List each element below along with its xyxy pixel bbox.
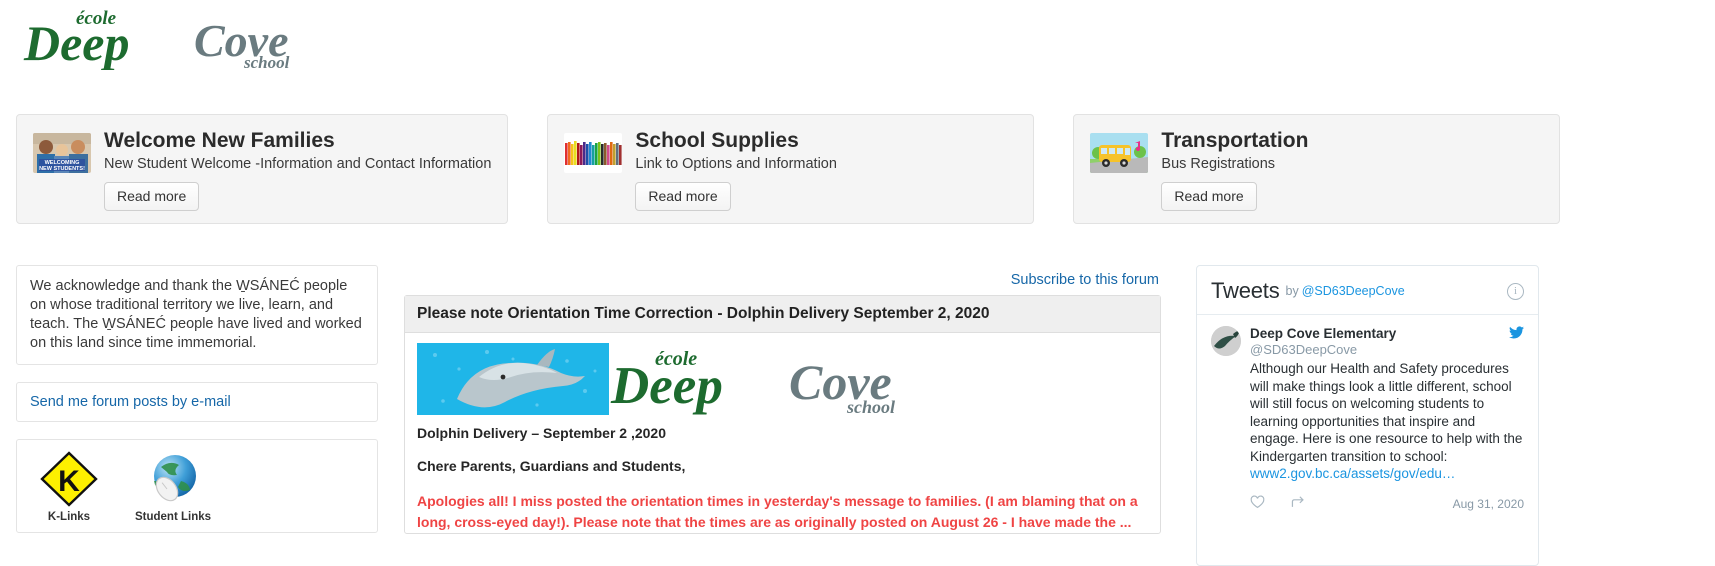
read-more-button[interactable]: Read more xyxy=(104,182,200,211)
svg-text:K: K xyxy=(58,465,80,498)
tweet-date: Aug 31, 2020 xyxy=(1452,497,1524,511)
land-acknowledgement-text: We acknowledge and thank the W̱SÁNEĆ peo… xyxy=(30,278,362,351)
tweet-actions: Aug 31, 2020 xyxy=(1197,491,1538,522)
feature-card-transportation[interactable]: Transportation Bus Registrations Read mo… xyxy=(1073,114,1561,224)
tweet-link[interactable]: www2.gov.bc.ca/assets/gov/edu… xyxy=(1250,466,1455,481)
tweet-author-name: Deep Cove Elementary xyxy=(1250,326,1397,341)
twitter-widget-handle-link[interactable]: @SD63DeepCove xyxy=(1302,284,1405,298)
forum-column: Subscribe to this forum Please note Orie… xyxy=(404,265,1161,534)
twitter-timeline-widget: Tweets by @SD63DeepCove i Deep Cove Elem… xyxy=(1196,265,1539,566)
deep-cove-school-logo-icon: école Deep Cove school xyxy=(610,348,895,415)
quick-link-student-links[interactable]: Student Links xyxy=(134,450,212,524)
quick-link-label: K-Links xyxy=(47,511,91,523)
feature-card-title: Welcome New Families xyxy=(104,129,335,152)
read-more-button[interactable]: Read more xyxy=(1161,182,1257,211)
like-icon[interactable] xyxy=(1250,494,1265,514)
k-links-diamond-icon: K xyxy=(30,450,108,508)
feature-card-welcome-new-families[interactable]: WELCOMING NEW STUDENTS! Welcome New Fami… xyxy=(16,114,509,224)
info-icon[interactable]: i xyxy=(1507,282,1524,300)
twitter-widget-title: Tweets xyxy=(1211,278,1280,303)
forum-post-line-2: Chere Parents, Guardians and Students, xyxy=(417,458,686,474)
school-bus-thumbnail-icon xyxy=(1090,133,1149,173)
forum-post-excerpt: Apologies all! I miss posted the orienta… xyxy=(417,493,1138,530)
tweet-item[interactable]: Deep Cove Elementary @SD63DeepCove Altho… xyxy=(1197,315,1538,491)
quick-link-label: Student Links xyxy=(134,511,212,523)
svg-text:Deep: Deep xyxy=(610,357,723,415)
avatar[interactable] xyxy=(1211,326,1241,356)
feature-card-subtitle: New Student Welcome -Information and Con… xyxy=(104,156,492,172)
feature-cards-row: WELCOMING NEW STUDENTS! Welcome New Fami… xyxy=(16,114,1561,224)
forum-post-title: Please note Orientation Time Correction … xyxy=(405,296,1160,333)
colored-pencils-thumbnail-icon xyxy=(564,133,623,173)
deep-cove-school-logo-icon: école Deep Cove school xyxy=(23,8,290,70)
quick-link-k-links[interactable]: K K-Links xyxy=(30,450,108,524)
share-icon[interactable] xyxy=(1291,495,1307,514)
site-logo[interactable]: école Deep Cove school xyxy=(16,4,356,70)
feature-card-subtitle: Bus Registrations xyxy=(1161,156,1276,172)
feature-card-title: School Supplies xyxy=(635,129,799,152)
svg-text:school: school xyxy=(846,397,895,415)
tweet-text-body: Although our Health and Safety procedure… xyxy=(1250,361,1523,464)
subscribe-to-forum-link[interactable]: Subscribe to this forum xyxy=(1011,272,1159,288)
svg-text:Deep: Deep xyxy=(23,15,130,70)
dolphin-photo-icon xyxy=(417,343,609,415)
globe-mouse-icon xyxy=(134,450,212,508)
feature-card-subtitle: Link to Options and Information xyxy=(635,156,837,172)
forum-post-banner: école Deep Cove school xyxy=(417,343,1148,415)
forum-post-body: école Deep Cove school Dolphin Delivery … xyxy=(405,333,1160,533)
left-sidebar: We acknowledge and thank the W̱SÁNEĆ peo… xyxy=(16,265,378,550)
subscribe-row: Subscribe to this forum xyxy=(404,265,1161,295)
send-forum-posts-by-email-link[interactable]: Send me forum posts by e-mail xyxy=(30,394,231,410)
twitter-bird-icon xyxy=(1509,326,1524,344)
forum-post[interactable]: Please note Orientation Time Correction … xyxy=(404,295,1161,534)
feature-card-school-supplies[interactable]: School Supplies Link to Options and Info… xyxy=(547,114,1035,224)
quick-links-panel: K K-Links Student Links xyxy=(16,439,378,533)
read-more-button[interactable]: Read more xyxy=(635,182,731,211)
forum-post-line-1: Dolphin Delivery – September 2 ,2020 xyxy=(417,425,666,441)
twitter-widget-by-label: by xyxy=(1285,284,1299,298)
svg-text:school: school xyxy=(243,53,290,70)
tweet-text: Although our Health and Safety procedure… xyxy=(1250,360,1524,483)
tweet-author-handle: @SD63DeepCove xyxy=(1250,342,1358,357)
svg-text:NEW STUDENTS!: NEW STUDENTS! xyxy=(39,166,85,172)
feature-card-title: Transportation xyxy=(1161,129,1309,152)
students-photo-thumbnail-icon: WELCOMING NEW STUDENTS! xyxy=(33,133,91,173)
twitter-widget-header: Tweets by @SD63DeepCove i xyxy=(1197,266,1538,315)
land-acknowledgement-panel: We acknowledge and thank the W̱SÁNEĆ peo… xyxy=(16,265,378,365)
forum-email-panel: Send me forum posts by e-mail xyxy=(16,382,378,422)
